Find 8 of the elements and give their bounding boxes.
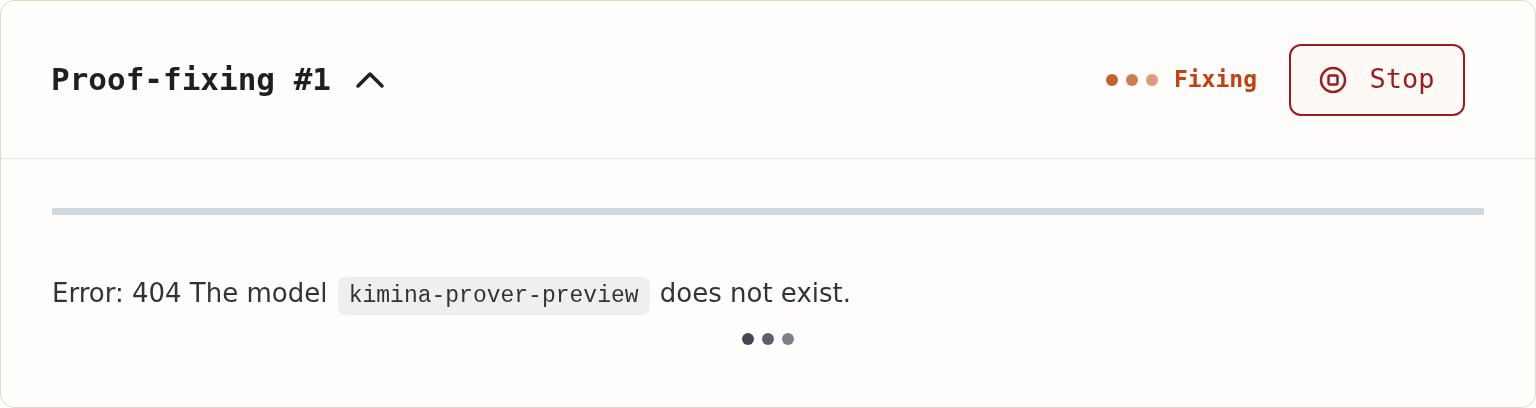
panel-title: Proof-fixing #1: [51, 60, 331, 100]
loading-dots-icon: [742, 333, 794, 345]
loading-dots-icon: [1105, 73, 1158, 86]
status-label: Fixing: [1173, 65, 1257, 95]
stop-icon: [1319, 65, 1348, 94]
error-message: Error: 404 The model kimina-prover-preview does not exist.: [52, 271, 1484, 318]
stop-button[interactable]: Stop: [1289, 43, 1465, 116]
chevron-up-icon[interactable]: [354, 70, 385, 89]
